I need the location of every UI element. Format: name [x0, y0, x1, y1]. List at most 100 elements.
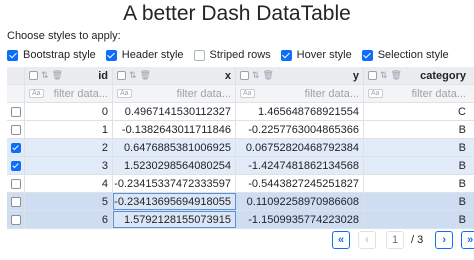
row-checkbox[interactable] — [10, 106, 21, 117]
cell-x[interactable]: 0.6476885381006925 — [113, 139, 236, 156]
row-checkbox[interactable] — [10, 178, 21, 189]
cell-category[interactable]: B — [364, 157, 474, 174]
cell-y[interactable]: -1.4247481862134568 — [236, 157, 364, 174]
sort-icon[interactable]: ⇅ — [129, 70, 137, 81]
cell-id[interactable]: 6 — [25, 211, 113, 228]
cell-category[interactable]: B — [364, 211, 474, 228]
cell-category[interactable]: B — [364, 175, 474, 192]
header-style-checkbox[interactable] — [105, 49, 117, 61]
table-row[interactable]: 6 1.5792128155073915 -1.1509935774223028… — [7, 211, 474, 229]
sort-icon[interactable]: ⇅ — [252, 70, 260, 81]
column-header-x[interactable]: ⇅ 🗑 x — [113, 67, 236, 84]
table-row[interactable]: 4 -0.23415337472333597 -0.54438272452518… — [7, 175, 474, 193]
selection-style-checkbox[interactable] — [361, 49, 373, 61]
sort-icon[interactable]: ⇅ — [41, 70, 49, 81]
column-select-checkbox[interactable] — [240, 71, 249, 80]
cell-y[interactable]: 0.06752820468792384 — [236, 139, 364, 156]
cell-y[interactable]: 0.11092258970986608 — [236, 193, 364, 210]
cell-category[interactable]: B — [364, 139, 474, 156]
cell-id[interactable]: 0 — [25, 103, 113, 120]
row-select-cell[interactable] — [7, 103, 25, 120]
filter-y[interactable]: Aa filter data... — [236, 85, 364, 102]
cell-id[interactable]: 3 — [25, 157, 113, 174]
bootstrap-style-checkbox[interactable] — [7, 49, 18, 61]
filter-placeholder: filter data... — [53, 87, 108, 100]
style-options: Bootstrap style Header style Striped row… — [7, 49, 459, 61]
table-row[interactable]: 3 1.5230298564080254 -1.4247481862134568… — [7, 157, 474, 175]
cell-id[interactable]: 5 — [25, 193, 113, 210]
choose-styles-label: Choose styles to apply: — [7, 30, 121, 42]
filter-x[interactable]: Aa filter data... — [113, 85, 236, 102]
cell-category[interactable]: B — [364, 121, 474, 138]
table-row[interactable]: 2 0.6476885381006925 0.06752820468792384… — [7, 139, 474, 157]
table-header-row: ⇅ 🗑 id ⇅ 🗑 x ⇅ 🗑 y ⇅ 🗑 category — [7, 67, 474, 85]
cell-x[interactable]: 1.5230298564080254 — [113, 157, 236, 174]
sort-icon[interactable]: ⇅ — [380, 70, 388, 81]
previous-page-button[interactable]: ‹ — [358, 231, 376, 249]
cell-id[interactable]: 2 — [25, 139, 113, 156]
row-checkbox[interactable] — [10, 160, 21, 171]
table-row[interactable]: 5 -0.23413695694918055 0.110922589709866… — [7, 193, 474, 211]
row-checkbox[interactable] — [10, 196, 21, 207]
data-table: ⇅ 🗑 id ⇅ 🗑 x ⇅ 🗑 y ⇅ 🗑 category Aa filter dat… — [7, 67, 474, 229]
hover-style-checkbox[interactable] — [280, 49, 292, 61]
row-select-cell[interactable] — [7, 211, 25, 228]
cell-x[interactable]: 0.4967141530112327 — [113, 103, 236, 120]
row-select-cell[interactable] — [7, 193, 25, 210]
column-name: x — [224, 69, 231, 82]
column-select-checkbox[interactable] — [29, 71, 38, 80]
cell-x[interactable]: -0.23415337472333597 — [113, 175, 236, 192]
table-row[interactable]: 0 0.4967141530112327 1.465648768921554 C — [7, 103, 474, 121]
case-toggle-button[interactable]: Aa — [117, 89, 132, 98]
case-toggle-button[interactable]: Aa — [368, 89, 383, 98]
delete-icon[interactable]: 🗑 — [140, 70, 151, 81]
column-header-id[interactable]: ⇅ 🗑 id — [25, 67, 113, 84]
striped-rows-label: Striped rows — [209, 49, 271, 61]
filter-id[interactable]: Aa filter data... — [25, 85, 113, 102]
next-page-button[interactable]: › — [435, 231, 454, 249]
cell-y[interactable]: -0.2257763004865366 — [236, 121, 364, 138]
case-toggle-button[interactable]: Aa — [29, 89, 44, 98]
row-select-cell[interactable] — [7, 157, 25, 174]
column-header-category[interactable]: ⇅ 🗑 category — [364, 67, 474, 84]
option-bootstrap-style[interactable]: Bootstrap style — [7, 49, 96, 61]
column-name: y — [352, 69, 359, 82]
filter-category[interactable]: Aa filter data... — [364, 85, 474, 102]
bootstrap-style-label: Bootstrap style — [23, 49, 96, 61]
cell-id[interactable]: 1 — [25, 121, 113, 138]
filter-placeholder: filter data... — [304, 87, 359, 100]
pagination: « ‹ 1 / 3 › » — [332, 231, 474, 249]
row-checkbox[interactable] — [10, 214, 21, 225]
cell-y[interactable]: -1.1509935774223028 — [236, 211, 364, 228]
row-select-cell[interactable] — [7, 121, 25, 138]
cell-category[interactable]: B — [364, 193, 474, 210]
delete-icon[interactable]: 🗑 — [391, 70, 402, 81]
active-cell-x[interactable]: 1.5792128155073915 — [113, 211, 236, 228]
delete-icon[interactable]: 🗑 — [52, 70, 63, 81]
column-select-checkbox[interactable] — [117, 71, 126, 80]
cell-category[interactable]: C — [364, 103, 474, 120]
first-page-button[interactable]: « — [332, 231, 350, 249]
row-select-cell[interactable] — [7, 139, 25, 156]
cell-y[interactable]: -0.5443827245251827 — [236, 175, 364, 192]
cell-x[interactable]: -0.1382643011711846 — [113, 121, 236, 138]
option-hover-style[interactable]: Hover style — [280, 49, 352, 61]
cell-y[interactable]: 1.465648768921554 — [236, 103, 364, 120]
option-striped-rows[interactable]: Striped rows — [193, 49, 271, 61]
last-page-button[interactable]: » — [461, 231, 474, 249]
column-header-y[interactable]: ⇅ 🗑 y — [236, 67, 364, 84]
table-row[interactable]: 1 -0.1382643011711846 -0.225776300486536… — [7, 121, 474, 139]
option-header-style[interactable]: Header style — [105, 49, 184, 61]
current-page-input[interactable]: 1 — [386, 231, 404, 249]
case-toggle-button[interactable]: Aa — [240, 89, 255, 98]
option-selection-style[interactable]: Selection style — [361, 49, 449, 61]
column-select-checkbox[interactable] — [368, 71, 377, 80]
row-select-cell[interactable] — [7, 175, 25, 192]
row-checkbox[interactable] — [10, 142, 21, 153]
active-cell-x[interactable]: -0.23413695694918055 — [113, 193, 236, 210]
striped-rows-checkbox[interactable] — [193, 49, 205, 61]
row-checkbox[interactable] — [10, 124, 21, 135]
cell-id[interactable]: 4 — [25, 175, 113, 192]
filter-placeholder: filter data... — [411, 87, 466, 100]
delete-icon[interactable]: 🗑 — [263, 70, 274, 81]
